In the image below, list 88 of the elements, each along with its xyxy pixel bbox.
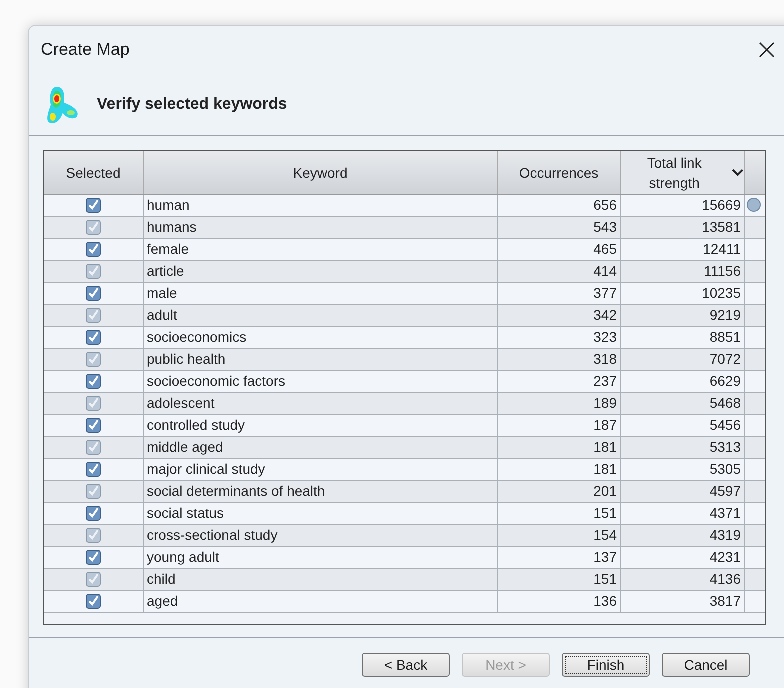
window-title: Create Map [41,39,130,62]
table-cell-text: 4319 [710,526,741,545]
table-cell-text: 4371 [710,504,741,523]
table-cell-text: humans [147,218,197,237]
scrollbar-thumb[interactable] [747,198,761,212]
table-cell-text: 187 [594,416,617,435]
table-cell-text: female [147,240,190,259]
table-cell-text: 3817 [710,592,741,611]
table-cell-text: adult [147,306,178,325]
table-cell-text: 8851 [710,328,741,347]
checkbox[interactable] [86,550,101,565]
checkbox[interactable] [86,418,101,433]
table-cell-text: 656 [594,196,617,215]
table-cell-text: 10235 [702,284,741,303]
checkbox[interactable] [86,264,101,279]
table-cell-text: 181 [594,438,617,457]
table-cell-text: controlled study [147,416,246,435]
checkbox[interactable] [86,484,101,499]
table-cell-text: public health [147,350,226,369]
table-cell-text: 4231 [710,548,741,567]
table-cell-text: major clinical study [147,460,266,479]
table-cell-text: 465 [594,240,617,259]
table-cell-text: 11156 [704,262,741,281]
checkbox[interactable] [86,198,101,213]
checkbox[interactable] [86,242,101,257]
checkbox[interactable] [86,462,101,477]
dialog-button[interactable]: Finish [562,653,650,677]
table-cell-text: socioeconomic factors [147,372,286,391]
table-cell-text: young adult [147,548,220,567]
table-cell-text: 7072 [710,350,741,369]
table-cell-text: 151 [594,504,617,523]
column-header[interactable]: Total link strength [621,151,745,194]
sort-caret-icon [732,168,744,176]
table-cell-text: social status [147,504,224,523]
step-heading: Verify selected keywords [97,94,288,114]
checkbox[interactable] [86,572,101,587]
checkbox[interactable] [86,330,101,345]
table-cell-text: 12411 [703,240,741,259]
table-cell-text: 4597 [710,482,741,501]
checkbox[interactable] [86,352,101,367]
checkbox[interactable] [86,528,101,543]
table-cell-text: 9219 [710,306,741,325]
column-header[interactable]: Selected [44,151,144,194]
table-cell-text: socioeconomics [147,328,247,347]
dialog-button[interactable]: < Back [362,653,450,677]
table-cell-text: child [147,570,176,589]
heatmap-logo-icon [45,84,81,124]
table-cell-text: 414 [594,262,617,281]
table-cell-text: 377 [594,284,617,303]
table-cell-text: male [147,284,178,303]
table-cell-text: 4136 [710,570,741,589]
checkbox[interactable] [86,220,101,235]
table-cell-text: social determinants of health [147,482,326,501]
column-header[interactable]: Keyword [144,151,498,194]
checkbox[interactable] [86,374,101,389]
checkbox[interactable] [86,440,101,455]
table-cell-text: 151 [594,570,617,589]
checkbox[interactable] [86,308,101,323]
table-cell-text: 5468 [710,394,741,413]
table-cell-text: 323 [594,328,617,347]
close-icon[interactable] [759,42,775,58]
table-cell-text: 6629 [710,372,741,391]
table-cell-text: 181 [594,460,617,479]
table-cell-text: article [147,262,184,281]
table-cell-text: 13581 [702,218,741,237]
table-cell-text: 189 [594,394,617,413]
table-cell-text: 237 [594,372,617,391]
checkbox[interactable] [86,396,101,411]
table-cell-text: 543 [594,218,617,237]
checkbox[interactable] [86,506,101,521]
table-cell-text: 5313 [710,438,741,457]
checkbox[interactable] [86,594,101,609]
dialog-button[interactable]: Cancel [662,653,750,677]
table-cell-text: aged [147,592,178,611]
table-cell-text: 136 [594,592,617,611]
table-cell-text: 201 [594,482,617,501]
table-cell-text: 342 [594,306,617,325]
table-cell-text: 5456 [710,416,741,435]
table-cell-text: 137 [594,548,617,567]
table-cell-text: human [147,196,190,215]
table-cell-text: cross-sectional study [147,526,278,545]
checkbox[interactable] [86,286,101,301]
table-cell-text: 5305 [710,460,741,479]
table-cell-text: adolescent [147,394,215,413]
table-cell-text: middle aged [147,438,224,457]
table-cell-text: 15669 [702,196,741,215]
table-cell-text: 318 [594,350,617,369]
table-cell-text: 154 [594,526,617,545]
